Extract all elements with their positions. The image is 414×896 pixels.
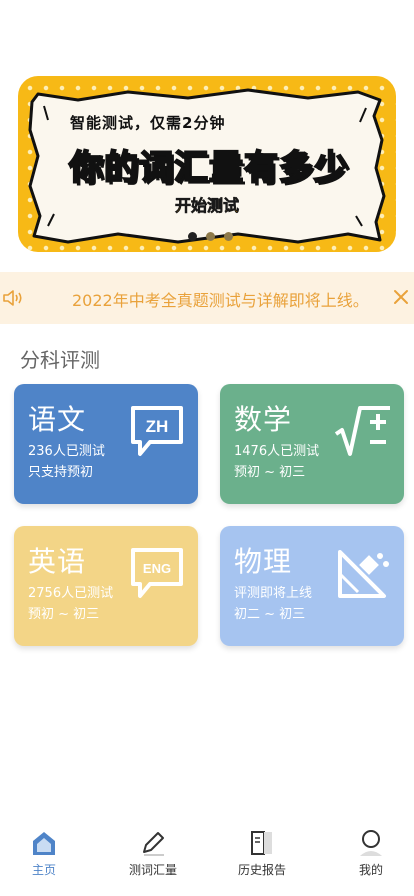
banner-tagline: 智能测试，仅需2分钟 — [70, 114, 226, 132]
banner-pager — [188, 232, 233, 241]
tab-history-report[interactable]: 历史报告 — [222, 828, 302, 878]
subject-card-physics[interactable]: 物理 评测即将上线 初二 ~ 初三 — [220, 526, 404, 646]
banner-carousel[interactable]: 智能测试，仅需2分钟 你的词汇量有多少 开始测试 — [18, 76, 396, 252]
pencil-icon — [143, 832, 164, 856]
subject-name: 物理 — [234, 545, 293, 578]
close-icon[interactable] — [392, 288, 410, 306]
tab-label: 历史报告 — [237, 863, 286, 877]
subject-card-english[interactable]: 英语 2756人已测试 预初 ~ 初三 ENG — [14, 526, 198, 646]
eng-speech-bubble-icon: ENG — [131, 548, 183, 598]
subject-test-count: 236人已测试 — [28, 444, 105, 459]
pager-dot[interactable] — [188, 232, 197, 241]
zh-speech-bubble-icon: ZH — [131, 406, 183, 456]
section-title: 分科评测 — [20, 348, 100, 372]
tab-vocabulary-test[interactable]: 测词汇量 — [113, 828, 193, 878]
subject-grade-range: 预初 ~ 初三 — [28, 607, 100, 622]
speaker-icon — [3, 290, 22, 306]
home-icon — [33, 832, 55, 855]
subject-card-math[interactable]: 数学 1476人已测试 预初 ~ 初三 — [220, 384, 404, 504]
subject-test-count: 2756人已测试 — [28, 586, 114, 601]
subject-name: 数学 — [234, 403, 293, 436]
subject-test-count: 1476人已测试 — [234, 444, 320, 459]
subject-test-count: 评测即将上线 — [234, 586, 313, 601]
physics-incline-icon — [338, 550, 389, 598]
bottom-tab-bar: 主页 测词汇量 历史报告 我的 — [0, 820, 414, 896]
zh-icon-text: ZH — [146, 417, 169, 436]
tab-label: 我的 — [358, 863, 383, 877]
pager-dot[interactable] — [206, 232, 215, 241]
tab-label: 测词汇量 — [128, 863, 177, 877]
start-test-button[interactable]: 开始测试 — [18, 192, 396, 216]
subject-card-chinese[interactable]: 语文 236人已测试 只支持预初 ZH — [14, 384, 198, 504]
subject-name: 语文 — [28, 403, 87, 436]
user-icon — [360, 830, 382, 856]
subject-grade-range: 初二 ~ 初三 — [234, 607, 306, 622]
eng-icon-text: ENG — [143, 561, 171, 576]
notice-bar: 2022年中考全真题测试与详解即将上线。 — [0, 272, 414, 324]
pager-dot[interactable] — [224, 232, 233, 241]
subject-grade-range: 预初 ~ 初三 — [234, 465, 306, 480]
tab-mine[interactable]: 我的 — [331, 828, 411, 878]
tab-label: 主页 — [31, 863, 56, 877]
math-radical-plus-minus-icon — [334, 406, 390, 456]
subject-name: 英语 — [28, 545, 87, 578]
book-icon — [251, 831, 272, 855]
banner-headline: 你的词汇量有多少 — [68, 147, 349, 189]
tab-home[interactable]: 主页 — [4, 828, 84, 878]
notice-text[interactable]: 2022年中考全真题测试与详解即将上线。 — [72, 287, 369, 311]
subject-grade-range: 只支持预初 — [28, 465, 94, 480]
